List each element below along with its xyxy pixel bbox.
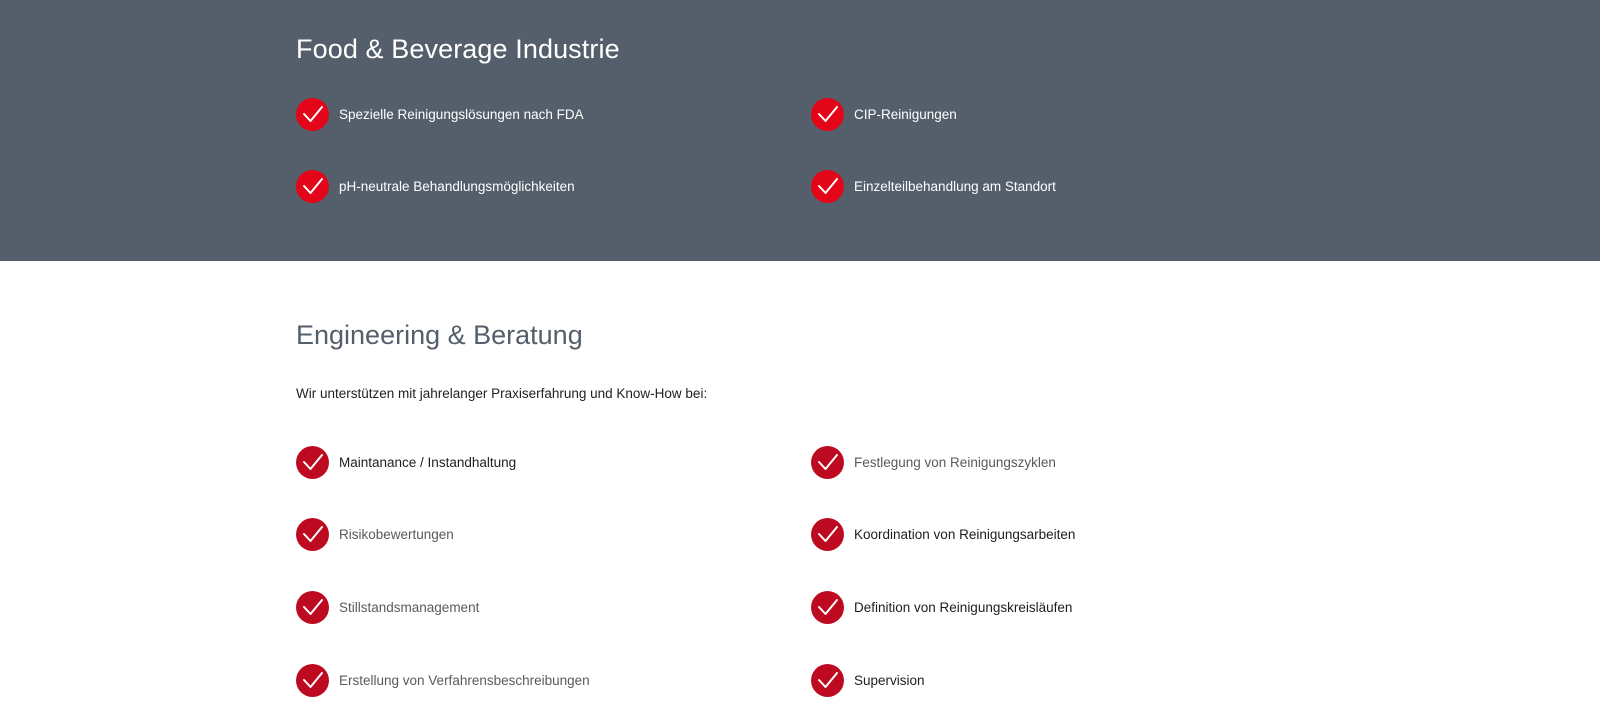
- engineering-feature-item: Maintanance / Instandhaltung: [296, 445, 516, 479]
- food-feature-label: CIP-Reinigungen: [854, 106, 957, 122]
- food-feature-label: pH-neutrale Behandlungsmöglichkeiten: [339, 178, 575, 194]
- checkmark-icon: [296, 590, 329, 624]
- food-feature-item: pH-neutrale Behandlungsmöglichkeiten: [296, 169, 575, 203]
- food-beverage-title: Food & Beverage Industrie: [296, 34, 620, 64]
- engineering-feature-label: Maintanance / Instandhaltung: [339, 454, 517, 470]
- checkmark-icon: [296, 517, 329, 551]
- engineering-feature-label: Stillstandsmanagement: [339, 599, 480, 615]
- checkmark-icon: [811, 590, 844, 624]
- food-feature-label: Einzelteilbehandlung am Standort: [854, 178, 1056, 194]
- engineering-feature-item: Festlegung von Reinigungszyklen: [811, 445, 1056, 479]
- engineering-feature-item: Koordination von Reinigungsarbeiten: [811, 517, 1075, 551]
- checkmark-icon: [811, 663, 844, 697]
- food-feature-item: Einzelteilbehandlung am Standort: [811, 169, 1056, 203]
- checkmark-icon: [296, 663, 329, 697]
- food-feature-item: CIP-Reinigungen: [811, 97, 957, 131]
- engineering-title: Engineering & Beratung: [296, 320, 583, 350]
- food-feature-label: Spezielle Reinigungslösungen nach FDA: [339, 106, 584, 122]
- engineering-feature-item: Supervision: [811, 663, 925, 697]
- engineering-feature-label: Supervision: [854, 672, 925, 688]
- engineering-feature-label: Risikobewertungen: [339, 526, 454, 542]
- engineering-feature-item: Stillstandsmanagement: [296, 590, 479, 624]
- engineering-feature-item: Erstellung von Verfahrensbeschreibungen: [296, 663, 590, 697]
- checkmark-icon: [811, 445, 844, 479]
- checkmark-icon: [811, 517, 844, 551]
- checkmark-icon: [296, 169, 329, 203]
- checkmark-icon: [811, 97, 844, 131]
- checkmark-icon: [296, 445, 329, 479]
- food-feature-item: Spezielle Reinigungslösungen nach FDA: [296, 97, 584, 131]
- engineering-feature-item: Risikobewertungen: [296, 517, 454, 551]
- engineering-feature-label: Koordination von Reinigungsarbeiten: [854, 526, 1076, 542]
- engineering-feature-label: Erstellung von Verfahrensbeschreibungen: [339, 672, 590, 688]
- engineering-feature-label: Festlegung von Reinigungszyklen: [854, 454, 1056, 470]
- engineering-feature-item: Definition von Reinigungskreisläufen: [811, 590, 1072, 624]
- checkmark-icon: [811, 169, 844, 203]
- food-beverage-section: Food & Beverage Industrie Spezielle Rein…: [0, 0, 1600, 261]
- engineering-feature-label: Definition von Reinigungskreisläufen: [854, 599, 1073, 615]
- checkmark-icon: [296, 97, 329, 131]
- engineering-intro: Wir unterstützen mit jahrelanger Praxise…: [296, 386, 708, 401]
